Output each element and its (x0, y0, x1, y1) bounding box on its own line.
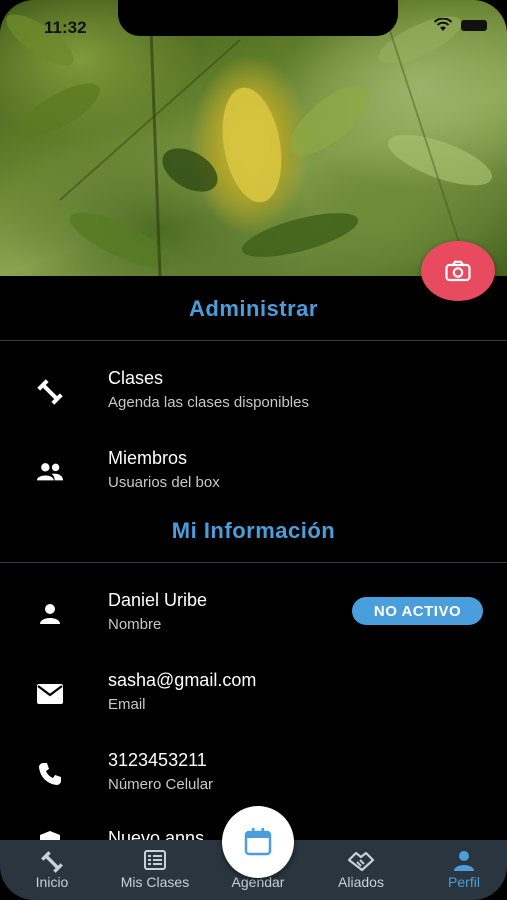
admin-item-miembros[interactable]: Miembros Usuarios del box (0, 448, 507, 508)
status-time: 11:32 (44, 18, 87, 37)
info-item-email: sasha@gmail.com Email (0, 670, 507, 730)
status-icons (433, 18, 487, 32)
divider (0, 562, 507, 563)
info-item-phone: 3123453211 Número Celular (0, 750, 507, 810)
admin-item-clases[interactable]: Clases Agenda las clases disponibles (0, 368, 507, 428)
nav-item-mis-clases[interactable]: Mis Clases (110, 840, 200, 900)
leaf-photo-graphic (6, 0, 493, 276)
person-icon (36, 600, 64, 628)
info-section-title: Mi Información (171, 518, 336, 543)
info-item-subtitle: Número Celular (108, 776, 214, 793)
info-item-title: Daniel Uribe (108, 590, 208, 610)
nav-label: Aliados (338, 874, 384, 890)
info-item-title: 3123453211 (108, 750, 207, 770)
profile-cover-image (0, 0, 507, 276)
calendar-icon (244, 828, 272, 856)
dumbbell-icon (7, 850, 97, 874)
admin-item-subtitle: Usuarios del box (108, 474, 220, 491)
admin-item-subtitle: Agenda las clases disponibles (108, 394, 309, 411)
battery-icon (461, 19, 487, 31)
info-item-subtitle: Email (108, 696, 146, 713)
admin-section-title: Administrar (189, 296, 318, 321)
nav-item-aliados[interactable]: Aliados (316, 840, 406, 900)
device-notch (118, 0, 398, 36)
admin-item-title: Miembros (108, 448, 188, 468)
info-item-title: sasha@gmail.com (108, 670, 257, 690)
dumbbell-icon (36, 378, 64, 406)
profile-screen: 11:32 Administrar Clases Agenda las clas… (0, 0, 507, 900)
change-photo-button[interactable] (421, 241, 495, 301)
wifi-icon (433, 18, 453, 31)
nav-label: Inicio (35, 874, 69, 890)
email-icon (36, 680, 64, 708)
camera-icon (445, 260, 471, 282)
nav-label: Perfil (448, 874, 480, 890)
nav-item-perfil[interactable]: Perfil (419, 840, 507, 900)
agendar-fab-button[interactable] (222, 806, 294, 878)
person-icon (419, 850, 507, 874)
group-icon (36, 458, 64, 486)
nav-item-inicio[interactable]: Inicio (7, 840, 97, 900)
nav-label: Mis Clases (120, 874, 190, 890)
info-item-subtitle: Nombre (108, 616, 162, 633)
divider (0, 340, 507, 341)
admin-item-title: Clases (108, 368, 164, 388)
status-badge: NO ACTIVO (352, 597, 483, 625)
handshake-icon (316, 850, 406, 874)
list-icon (110, 850, 200, 874)
phone-icon (36, 760, 64, 788)
